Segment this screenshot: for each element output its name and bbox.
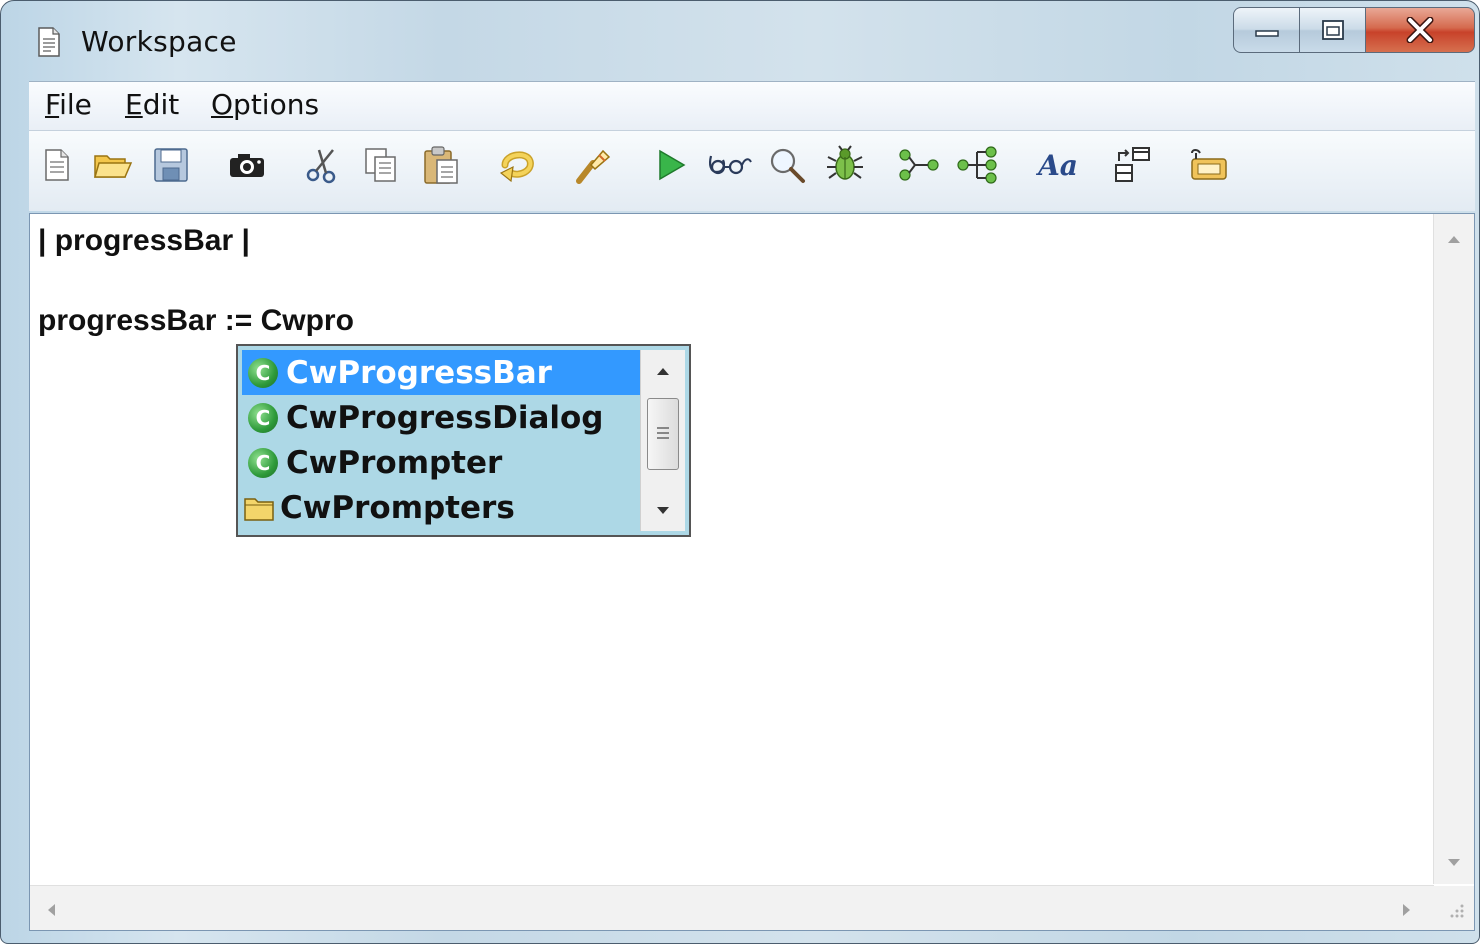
- autocomplete-item-label: CwPrompters: [280, 489, 515, 526]
- autocomplete-list: C CwProgressBar C CwProgressDialog C CwP…: [242, 350, 640, 530]
- code-editor[interactable]: | progressBar | progressBar := Cwpro: [29, 213, 1475, 931]
- browse-hierarchy-icon: [957, 146, 997, 184]
- autocomplete-item-label: CwProgressBar: [286, 354, 552, 391]
- code-line-2: progressBar := Cwpro: [38, 304, 354, 337]
- menu-file[interactable]: File: [45, 88, 92, 121]
- maximize-button[interactable]: [1299, 7, 1365, 53]
- scroll-left-icon[interactable]: [46, 902, 56, 918]
- scroll-right-icon[interactable]: [1402, 902, 1412, 918]
- autocomplete-scrollbar[interactable]: [640, 350, 685, 531]
- autocomplete-item-label: CwProgressDialog: [286, 399, 604, 436]
- redo-button[interactable]: [571, 143, 615, 187]
- debug-button[interactable]: [823, 143, 867, 187]
- open-button[interactable]: [91, 143, 135, 187]
- close-button[interactable]: [1365, 7, 1475, 53]
- undo-button[interactable]: [495, 143, 539, 187]
- new-file-icon: [45, 149, 69, 181]
- autocomplete-popup: C CwProgressBar C CwProgressDialog C CwP…: [236, 344, 691, 537]
- tag-icon: [1191, 149, 1227, 180]
- class-icon: C: [248, 402, 278, 433]
- folder-icon: [244, 497, 274, 521]
- paste-button[interactable]: [419, 143, 463, 187]
- copy-button[interactable]: [359, 143, 403, 187]
- autocomplete-item-cwprompter[interactable]: C CwPrompter: [242, 440, 640, 485]
- step-icon: [899, 149, 939, 181]
- minimize-button[interactable]: [1233, 7, 1299, 53]
- layout-button[interactable]: [1111, 143, 1155, 187]
- resize-grip[interactable]: [1434, 886, 1474, 930]
- scroll-up-icon[interactable]: [1446, 234, 1462, 244]
- undo-icon: [499, 151, 534, 183]
- menu-options[interactable]: Options: [211, 88, 319, 121]
- layout-icon: [1115, 147, 1150, 182]
- vertical-scrollbar[interactable]: [1433, 214, 1474, 884]
- save-button[interactable]: [149, 143, 193, 187]
- autocomplete-item-cwprogressdialog[interactable]: C CwProgressDialog: [242, 395, 640, 440]
- window-controls: [1233, 7, 1475, 57]
- class-icon: C: [248, 357, 278, 388]
- inspect-glasses-icon: [709, 155, 752, 175]
- maximize-icon: [1321, 20, 1344, 40]
- toolbar: Aa: [29, 131, 1475, 211]
- open-folder-icon: [94, 155, 133, 178]
- title-bar[interactable]: Workspace: [1, 1, 1479, 81]
- snapshot-camera-icon: [230, 154, 264, 177]
- cut-button[interactable]: [301, 143, 345, 187]
- font-button[interactable]: Aa: [1033, 143, 1083, 187]
- autocomplete-item-cwprogressbar[interactable]: C CwProgressBar: [242, 350, 640, 395]
- snapshot-button[interactable]: [225, 143, 269, 187]
- redo-icon: [576, 149, 611, 184]
- find-button[interactable]: [765, 143, 809, 187]
- grip-icon: [657, 427, 669, 439]
- debug-bug-icon: [827, 145, 863, 180]
- run-icon: [659, 149, 686, 181]
- code-line-1: | progressBar |: [38, 224, 250, 257]
- minimize-icon: [1254, 30, 1279, 37]
- scroll-down-icon[interactable]: [655, 506, 671, 516]
- inspect-button[interactable]: [705, 143, 755, 187]
- menu-bar: File Edit Options: [29, 81, 1475, 131]
- autocomplete-item-label: CwPrompter: [286, 444, 503, 481]
- scroll-down-icon[interactable]: [1446, 858, 1462, 868]
- scroll-up-icon[interactable]: [655, 366, 671, 376]
- document-icon: [38, 27, 60, 57]
- run-button[interactable]: [649, 143, 693, 187]
- window-title: Workspace: [81, 25, 237, 58]
- horizontal-scrollbar[interactable]: [30, 885, 1434, 930]
- find-magnifier-icon: [770, 148, 805, 183]
- close-icon: [1406, 17, 1434, 43]
- browse-hierarchy-button[interactable]: [955, 143, 999, 187]
- class-icon: C: [248, 447, 278, 478]
- font-icon: Aa: [1038, 148, 1078, 182]
- copy-icon: [365, 148, 396, 182]
- paste-icon: [424, 146, 458, 184]
- cut-icon: [306, 149, 336, 184]
- step-button[interactable]: [897, 143, 941, 187]
- menu-edit[interactable]: Edit: [125, 88, 179, 121]
- tag-button[interactable]: [1187, 143, 1231, 187]
- save-icon: [154, 148, 188, 182]
- new-file-button[interactable]: [35, 143, 79, 187]
- autocomplete-item-cwprompters[interactable]: CwPrompters: [242, 485, 640, 530]
- resize-grip-icon: [1450, 904, 1464, 918]
- scroll-thumb[interactable]: [647, 398, 679, 470]
- workspace-window: Workspace File Edit Options Aa | progres…: [0, 0, 1480, 944]
